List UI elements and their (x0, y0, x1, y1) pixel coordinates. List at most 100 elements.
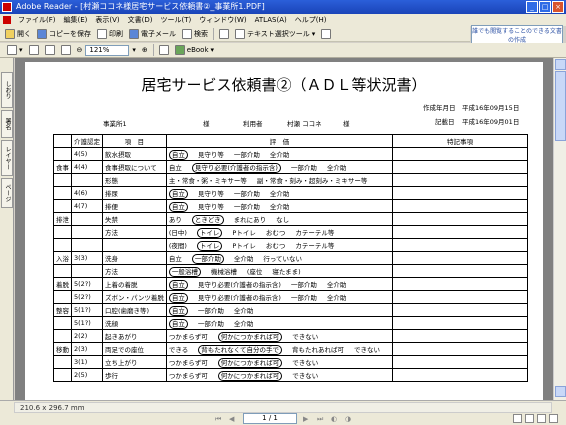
actual-size-button[interactable] (42, 43, 58, 57)
option-value: 一部介助 (290, 280, 317, 289)
notes-cell (392, 173, 529, 187)
option-value: なし (276, 215, 290, 224)
table-row: 排泄 失禁 あり ときどき まれにあり なし (53, 212, 529, 226)
notes-cell (392, 160, 529, 174)
document-menu-icon[interactable] (3, 16, 11, 24)
printer-icon (97, 28, 107, 39)
selected-value: 自立 (168, 279, 188, 290)
continuous-icon[interactable] (525, 414, 534, 423)
pdf-page: 居宅サービス依頼書②（ＡＤＬ等状況書） 作成年月日 平成16年09月15日 記載… (25, 62, 543, 400)
option-value: 見守り必要(介護者の指示含) (197, 280, 281, 289)
item-cell: 立ち上がり (102, 355, 167, 369)
eval-cell: 自立 見守り必要(介護者の指示含) 一部介助 全介助 (165, 160, 394, 174)
item-cell: 起きあがり (102, 329, 167, 343)
option-value: 全介助 (326, 280, 347, 289)
category-cell (53, 329, 72, 343)
notes-cell (392, 368, 529, 382)
menu-tools[interactable]: ツール(T) (157, 14, 196, 26)
rotate-button[interactable] (156, 43, 172, 57)
item-cell: 両足での座位 (102, 342, 167, 356)
menu-file[interactable]: ファイル(F) (14, 14, 60, 26)
go-forward-icon[interactable]: ◑ (345, 415, 353, 423)
option-value: Pトイレ (232, 228, 256, 237)
option-value: 見守り等 (197, 202, 224, 211)
hand-tool-button[interactable] (216, 27, 232, 41)
zoom-input[interactable]: 121% (85, 44, 130, 56)
selected-value: 何かにつかまれば可 (217, 357, 283, 368)
scroll-up-arrow[interactable] (555, 59, 566, 70)
option-value: 自立 (168, 163, 182, 172)
help-link-box[interactable]: 誰でも閲覧することのできる文書の作成 (471, 25, 563, 45)
notes-cell (392, 212, 529, 226)
facing-icon[interactable] (537, 414, 546, 423)
next-page-icon[interactable]: ▶ (303, 415, 311, 423)
zoom-tool-button[interactable]: ▾ (4, 43, 26, 57)
option-value: 見守り必要(介護者の指示含) (197, 293, 281, 302)
snapshot-tool-button[interactable] (318, 27, 334, 41)
eval-cell: 自立 一部介助 全介助 (165, 303, 394, 317)
office-sama: 様 (203, 120, 210, 128)
text-select-tool-button[interactable]: テキスト選択ツール ▾ (232, 27, 318, 41)
tab-pages[interactable]: ページ (1, 178, 13, 208)
folder-icon (5, 28, 15, 39)
item-cell: 洗身 (102, 251, 167, 265)
notes-cell (392, 264, 529, 278)
option-value: (座位 (246, 267, 263, 276)
option-value: 全介助 (269, 202, 290, 211)
chevron-down-icon: ▾ (210, 46, 215, 54)
fit-width-button[interactable] (58, 43, 74, 57)
last-page-icon[interactable]: ⏭ (317, 415, 325, 423)
tab-layers[interactable]: レイヤー (1, 140, 13, 176)
email-button[interactable]: 電子メール (126, 27, 179, 41)
go-back-icon[interactable]: ◐ (331, 415, 339, 423)
close-button[interactable]: × (552, 1, 564, 13)
fit-page-button[interactable] (26, 43, 42, 57)
horizontal-scrollbar[interactable] (14, 402, 552, 413)
zoom-out-button[interactable]: ⊖ (74, 43, 86, 57)
maximize-button[interactable]: □ (539, 1, 551, 13)
first-page-icon[interactable]: ⏮ (215, 415, 223, 423)
cert-cell (71, 238, 103, 252)
tab-signatures[interactable]: 署名 (1, 110, 13, 138)
ebook-button[interactable]: eBook ▾ (172, 43, 217, 57)
print-button[interactable]: 印刷 (94, 27, 126, 41)
search-button[interactable]: 検索 (179, 27, 211, 41)
menu-document[interactable]: 文書(D) (124, 14, 157, 26)
zoom-dropdown[interactable]: ▾ (129, 43, 139, 57)
continuous-facing-icon[interactable] (549, 414, 558, 423)
zoom-in-button[interactable]: ⊕ (139, 43, 151, 57)
menu-view[interactable]: 表示(V) (91, 14, 123, 26)
open-button[interactable]: 開く (2, 27, 34, 41)
menu-atlas[interactable]: ATLAS(A) (251, 14, 291, 26)
chevron-down-icon[interactable]: ▾ (312, 30, 316, 38)
chevron-down-icon[interactable]: ▾ (19, 46, 23, 54)
eval-cell: あり ときどき まれにあり なし (165, 212, 394, 226)
menu-edit[interactable]: 編集(E) (60, 14, 92, 26)
prev-page-icon[interactable]: ◀ (229, 415, 237, 423)
menu-help[interactable]: ヘルプ(H) (291, 14, 331, 26)
minimize-button[interactable]: _ (526, 1, 538, 13)
notes-cell (392, 355, 529, 369)
item-cell: 失禁 (102, 212, 167, 226)
table-row: (夜間) トイレ Pトイレ おむつ カテーテル等 (53, 238, 529, 252)
scrollbar-thumb[interactable] (555, 71, 566, 141)
eval-cell: つかまらず可 何かにつかまれば可 できない (165, 329, 394, 343)
tab-bookmarks[interactable]: しおり (1, 72, 13, 108)
document-viewer[interactable]: 居宅サービス依頼書②（ＡＤＬ等状況書） 作成年月日 平成16年09月15日 記載… (15, 58, 553, 400)
scroll-down-arrow[interactable] (555, 386, 566, 397)
header-cert: 介護認定 (71, 134, 103, 148)
single-page-icon[interactable] (513, 414, 522, 423)
option-value: おむつ (265, 241, 286, 250)
category-cell: 移動 (53, 342, 72, 356)
option-value: 寝たまま) (272, 267, 301, 276)
option-value: カテーテル等 (295, 228, 335, 237)
page-number-input[interactable]: 1 / 1 (243, 413, 297, 424)
save-copy-button[interactable]: コピーを保存 (34, 27, 94, 41)
category-cell: 排泄 (53, 212, 72, 226)
menu-window[interactable]: ウィンドウ(W) (195, 14, 250, 26)
created-date: 平成16年09月15日 (462, 104, 520, 112)
notes-cell (392, 186, 529, 200)
category-cell (53, 147, 72, 161)
table-row: 着脱 5(2?) 上着の着脱 自立 見守り必要(介護者の指示含) 一部介助 全介助 (53, 277, 529, 291)
vertical-scrollbar[interactable] (553, 58, 566, 400)
